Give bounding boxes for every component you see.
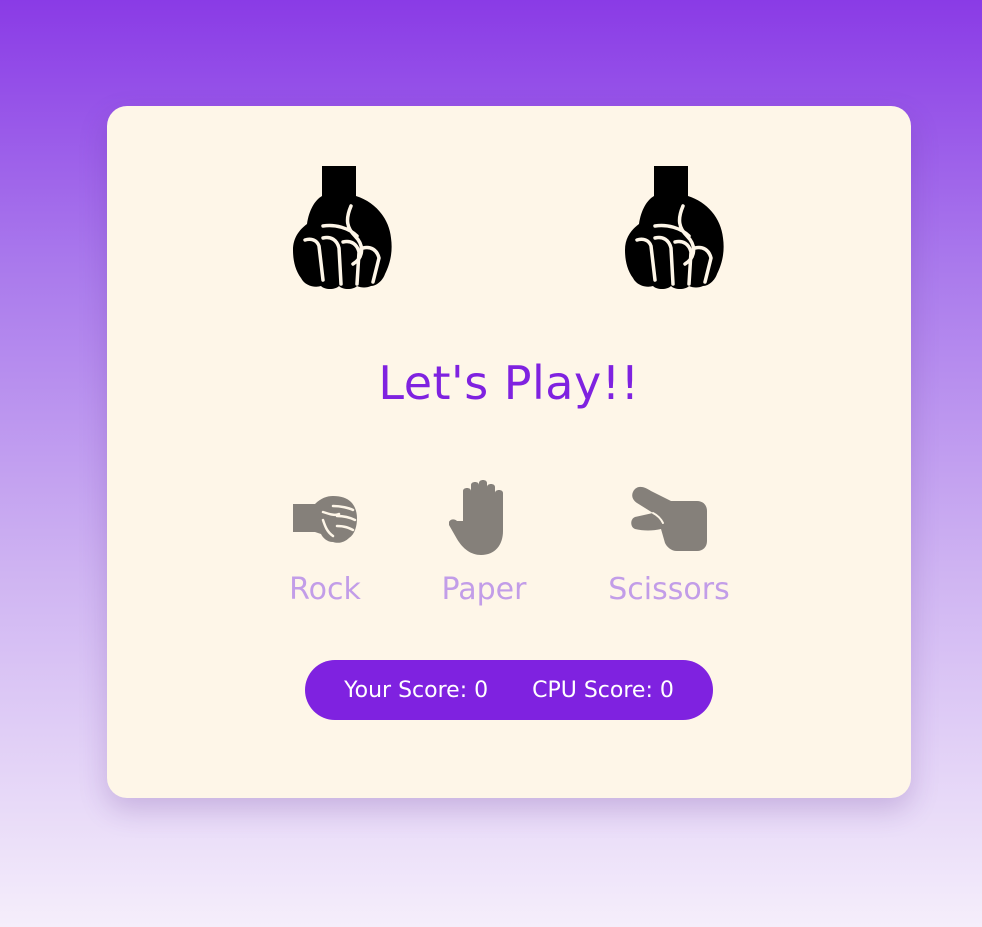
paper-label: Paper	[441, 572, 527, 607]
player-score: Your Score: 0	[344, 677, 489, 703]
cpu-hand-fist-icon	[625, 166, 725, 290]
cpu-score: CPU Score: 0	[532, 677, 674, 703]
rock-choice-button[interactable]: Rock	[285, 478, 365, 607]
open-hand-icon	[449, 478, 519, 558]
paper-choice-button[interactable]: Paper	[437, 478, 531, 607]
rock-label: Rock	[289, 572, 361, 607]
scissors-label: Scissors	[608, 572, 730, 607]
rock-fist-icon	[293, 478, 357, 558]
score-bar: Your Score: 0 CPU Score: 0	[305, 660, 713, 720]
result-message: Let's Play!!	[378, 356, 640, 410]
game-card: Let's Play!! Rock Paper Scissors Your Sc…	[107, 106, 911, 798]
player-hand-fist-icon	[293, 166, 393, 290]
peace-hand-icon	[631, 478, 707, 558]
scissors-choice-button[interactable]: Scissors	[604, 478, 734, 607]
